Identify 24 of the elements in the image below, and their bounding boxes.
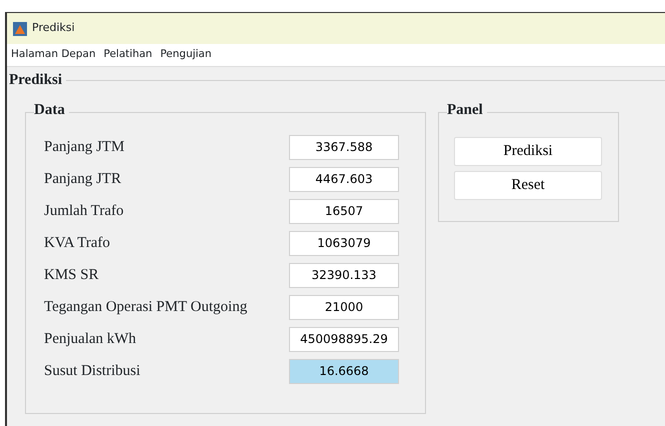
input-field[interactable]: 4467.603 <box>289 166 399 192</box>
input-field[interactable]: 21000 <box>289 294 399 320</box>
field-label: Panjang JTM <box>44 138 124 157</box>
input-field[interactable]: 32390.133 <box>289 262 399 288</box>
menu-item[interactable]: Halaman Depan <box>11 47 96 63</box>
field-label: Susut Distribusi <box>44 362 140 381</box>
result-field[interactable]: 16.6668 <box>289 358 399 384</box>
field-label: Jumlah Trafo <box>44 202 124 221</box>
window-title: Prediksi <box>32 20 75 36</box>
field-label: Penjualan kWh <box>44 330 136 349</box>
field-label: Tegangan Operasi PMT Outgoing <box>44 298 248 317</box>
field-label: KMS SR <box>44 266 99 285</box>
menu-item[interactable]: Pengujian <box>160 47 212 63</box>
input-field[interactable]: 450098895.29 <box>289 326 399 352</box>
field-label: KVA Trafo <box>44 234 110 253</box>
field-label: Panjang JTR <box>44 170 122 189</box>
action-button[interactable]: Reset <box>454 171 602 200</box>
input-field[interactable]: 1063079 <box>289 230 399 256</box>
input-field[interactable]: 3367.588 <box>289 134 399 160</box>
input-field[interactable]: 16507 <box>289 198 399 224</box>
group-title: Prediksi <box>9 72 62 88</box>
menu-item[interactable]: Pelatihan <box>104 47 152 63</box>
app-icon <box>13 22 27 36</box>
action-button[interactable]: Prediksi <box>454 137 602 166</box>
